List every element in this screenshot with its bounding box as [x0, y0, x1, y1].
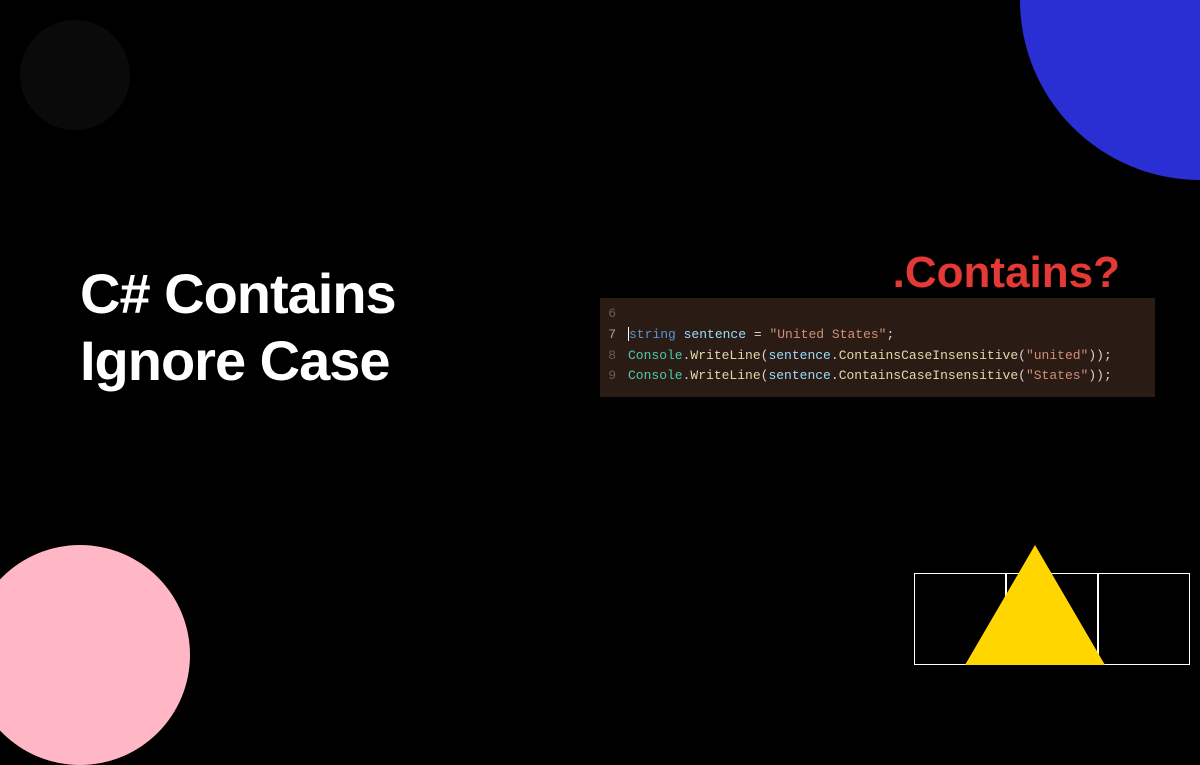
- line-number: 8: [600, 346, 628, 367]
- main-title: C# Contains Ignore Case: [80, 260, 396, 394]
- line-number: 7: [600, 325, 628, 346]
- code-content: Console.WriteLine(sentence.ContainsCaseI…: [628, 366, 1155, 387]
- line-number: 6: [600, 304, 628, 325]
- code-line-8: 8 Console.WriteLine(sentence.ContainsCas…: [600, 346, 1155, 367]
- code-editor: 6 7 string sentence = "United States"; 8…: [600, 298, 1155, 397]
- pink-circle-decoration: [0, 545, 190, 765]
- code-line-6: 6: [600, 304, 1155, 325]
- line-number: 9: [600, 366, 628, 387]
- title-line-2: Ignore Case: [80, 327, 396, 394]
- grid-box: [1098, 573, 1190, 665]
- code-content: Console.WriteLine(sentence.ContainsCaseI…: [628, 346, 1155, 367]
- code-line-7: 7 string sentence = "United States";: [600, 325, 1155, 346]
- dark-circle-decoration: [20, 20, 130, 130]
- contains-label: .Contains?: [893, 248, 1120, 298]
- title-line-1: C# Contains: [80, 260, 396, 327]
- code-content: string sentence = "United States";: [628, 325, 1155, 346]
- yellow-triangle-decoration: [965, 545, 1105, 665]
- code-line-9: 9 Console.WriteLine(sentence.ContainsCas…: [600, 366, 1155, 387]
- blue-quarter-decoration: [1020, 0, 1200, 180]
